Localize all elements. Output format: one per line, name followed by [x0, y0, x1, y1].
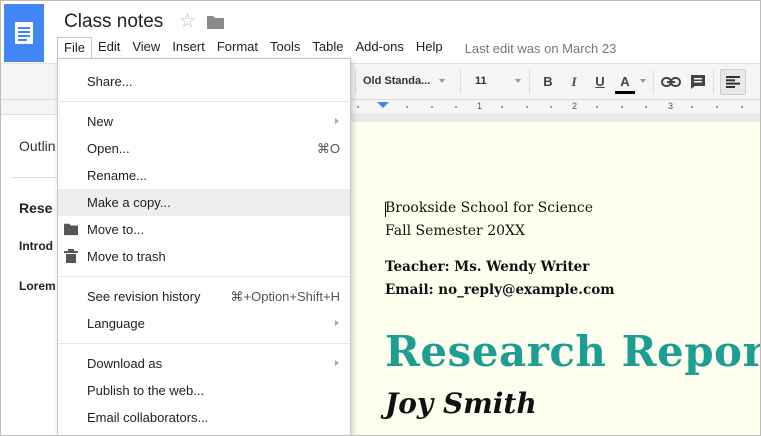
docs-home-icon[interactable]	[4, 4, 44, 62]
text-color-button[interactable]: A	[615, 72, 635, 92]
toolbar-divider	[460, 70, 461, 94]
outline-panel: Outlin Rese Introd Lorem	[1, 115, 57, 435]
menu-item-move-to[interactable]: Move to...	[58, 216, 350, 243]
menu-item-label: Make a copy...	[87, 195, 171, 210]
submenu-arrow-icon	[335, 320, 339, 326]
ruler-number: 2	[572, 101, 578, 111]
chevron-down-icon	[439, 79, 445, 83]
submenu-arrow-icon	[335, 360, 339, 366]
star-icon[interactable]: ☆	[179, 10, 196, 33]
document-title[interactable]: Class notes	[64, 11, 163, 33]
doc-teacher-line[interactable]: Teacher: Ms. Wendy Writer	[385, 259, 589, 275]
doc-report-title[interactable]: Research Report	[385, 327, 760, 376]
menu-item-new[interactable]: New	[58, 108, 350, 135]
underline-button[interactable]: U	[590, 72, 610, 92]
align-left-button[interactable]	[720, 69, 746, 95]
trash-icon	[64, 249, 78, 263]
menu-item-label: Publish to the web...	[87, 383, 205, 398]
menu-table[interactable]: Table	[306, 37, 349, 59]
menu-item-shortcut: ⌘+Option+Shift+H	[230, 289, 340, 304]
menu-add-ons[interactable]: Add-ons	[349, 37, 409, 59]
chevron-down-icon	[640, 79, 646, 83]
font-family-select[interactable]: Old Standa...	[363, 75, 430, 87]
menu-item-label: New	[87, 114, 114, 129]
menu-file[interactable]: File	[57, 37, 92, 59]
last-edit-link[interactable]: Last edit was on March 23	[465, 41, 617, 56]
menu-item-label: See revision history	[87, 289, 201, 304]
menu-item-rename[interactable]: Rename...	[58, 162, 350, 189]
menu-item-label: Open...	[87, 141, 130, 156]
align-left-icon	[726, 76, 740, 88]
doc-email-line[interactable]: Email: no_reply@example.com	[385, 282, 614, 298]
toolbar-divider	[713, 70, 714, 94]
ruler-number: 3	[668, 101, 674, 111]
menu-item-publish-to-web[interactable]: Publish to the web...	[58, 377, 350, 404]
menu-item-revision-history[interactable]: See revision history ⌘+Option+Shift+H	[58, 283, 350, 310]
text-color-swatch	[615, 91, 635, 94]
menu-bar: File Edit View Insert Format Tools Table…	[57, 37, 616, 59]
ruler-number: 1	[477, 101, 483, 111]
menu-item-share[interactable]: Share...	[58, 68, 350, 95]
menu-view[interactable]: View	[126, 37, 166, 59]
font-size-select[interactable]: 11	[475, 75, 487, 87]
menu-item-label: Move to...	[87, 222, 145, 237]
menu-item-make-a-copy[interactable]: Make a copy...	[58, 189, 350, 216]
menu-item-label: Email collaborators...	[87, 410, 209, 425]
outline-item[interactable]: Lorem	[19, 279, 56, 293]
menu-item-label: Share...	[87, 74, 133, 89]
menu-separator	[58, 343, 350, 344]
menu-item-download-as[interactable]: Download as	[58, 350, 350, 377]
toolbar-divider	[529, 70, 530, 94]
toolbar-divider	[355, 70, 356, 94]
menu-separator	[58, 276, 350, 277]
comment-icon[interactable]	[690, 74, 706, 90]
app-window: Class notes ☆ File Edit View Insert Form…	[0, 0, 761, 436]
menu-format[interactable]: Format	[211, 37, 264, 59]
menu-item-label: Rename...	[87, 168, 147, 183]
outline-item[interactable]: Introd	[19, 239, 53, 253]
menu-help[interactable]: Help	[410, 37, 449, 59]
menu-insert[interactable]: Insert	[166, 37, 211, 59]
menu-item-label: Move to trash	[87, 249, 166, 264]
submenu-arrow-icon	[335, 118, 339, 124]
chevron-down-icon	[515, 79, 521, 83]
outline-item[interactable]: Rese	[19, 200, 52, 216]
menu-tools[interactable]: Tools	[264, 37, 306, 59]
menu-item-language[interactable]: Language	[58, 310, 350, 337]
doc-author-name[interactable]: Joy Smith	[385, 387, 537, 420]
menu-separator	[58, 101, 350, 102]
file-menu-dropdown: Share... New Open... ⌘O Rename... Make a…	[57, 58, 351, 435]
menu-item-label: Language	[87, 316, 145, 331]
menu-item-shortcut: ⌘O	[316, 141, 340, 156]
bold-button[interactable]: B	[538, 72, 558, 92]
outline-title: Outlin	[19, 138, 56, 154]
menu-item-open[interactable]: Open... ⌘O	[58, 135, 350, 162]
folder-icon[interactable]	[207, 15, 224, 29]
toolbar-divider	[653, 70, 654, 94]
indent-marker[interactable]	[377, 102, 389, 108]
link-icon[interactable]	[661, 76, 681, 88]
doc-school-line[interactable]: Brookside School for Science	[385, 200, 593, 216]
folder-icon	[64, 223, 78, 236]
menu-edit[interactable]: Edit	[92, 37, 126, 59]
outline-divider	[11, 177, 57, 178]
menu-item-move-to-trash[interactable]: Move to trash	[58, 243, 350, 270]
italic-button[interactable]: I	[564, 72, 584, 92]
menu-item-label: Download as	[87, 356, 163, 371]
doc-semester-line[interactable]: Fall Semester 20XX	[385, 223, 525, 239]
menu-item-email-collaborators[interactable]: Email collaborators...	[58, 404, 350, 431]
